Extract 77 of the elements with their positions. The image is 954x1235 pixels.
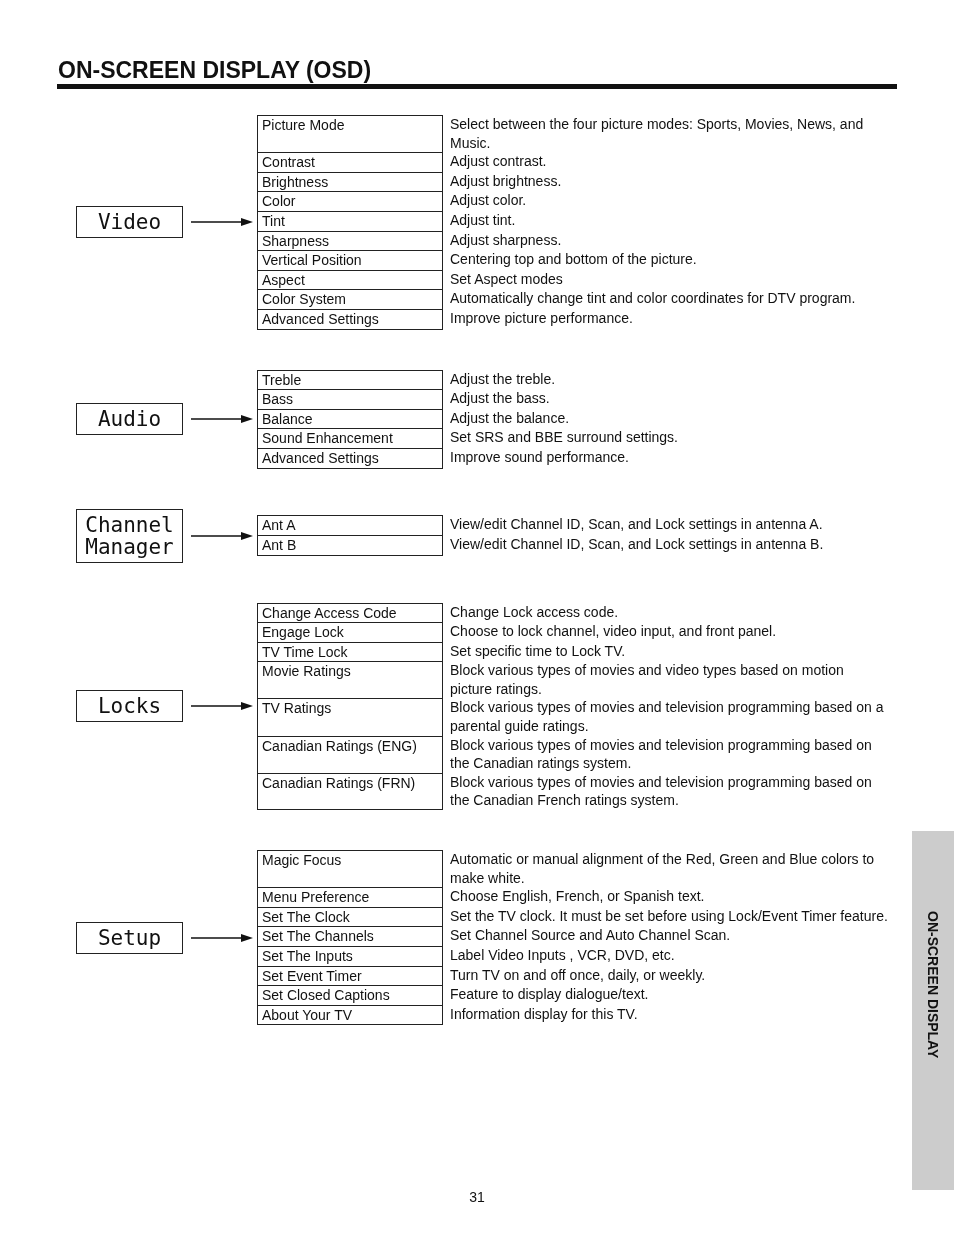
table-cell: Aspect: [257, 269, 443, 290]
menu-title: Channel Manager: [76, 508, 183, 563]
menu-title: Setup: [76, 921, 183, 954]
description-text: Adjust sharpness.: [449, 230, 563, 250]
table-cell: TV Time Lock: [257, 641, 443, 662]
page-title: ON-SCREEN DISPLAY (OSD): [57, 56, 373, 84]
description-text: Choose English, French, or Spanish text.: [449, 887, 706, 907]
table-cell: Movie Ratings: [257, 661, 443, 699]
description-text: Select between the four picture modes: Sports, Movies, News, and Music.: [449, 115, 865, 153]
table-cell: Canadian Ratings (FRN): [257, 772, 443, 811]
description-text: Adjust the balance.: [449, 408, 571, 428]
table-cell: TV Ratings: [257, 698, 443, 736]
description-text: Adjust the bass.: [449, 389, 551, 409]
table-cell: Bass: [257, 389, 443, 409]
description-text: Adjust brightness.: [449, 171, 563, 191]
table-cell: Magic Focus: [257, 850, 443, 888]
description-text: Turn TV on and off once, daily, or weekly.: [449, 965, 707, 985]
description-text: Automatically change tint and color coordinates for DTV program.: [449, 289, 857, 309]
description-text: Adjust contrast.: [449, 152, 548, 172]
table-cell: Color: [257, 191, 443, 211]
table-cell: Set The Channels: [257, 926, 443, 946]
description-text: Adjust tint.: [449, 210, 517, 230]
side-tab-label: ON-SCREEN DISPLAY: [925, 911, 941, 1059]
description-text: Set SRS and BBE surround settings.: [449, 428, 679, 448]
table-cell: Treble: [257, 369, 443, 390]
right-arrow: [191, 217, 253, 228]
page-number: 31: [469, 1189, 485, 1205]
table-cell: Ant B: [257, 535, 443, 556]
table-cell: Sound Enhancement: [257, 428, 443, 448]
menu-title: Audio: [76, 403, 183, 435]
description-text: Set Channel Source and Auto Channel Scan.: [449, 926, 732, 946]
table-cell: Set The Clock: [257, 906, 443, 927]
table-cell: Contrast: [257, 152, 443, 172]
description-text: Block various types of movies and video types based on motion picture ratings.: [449, 661, 845, 699]
description-text: View/edit Channel ID, Scan, and Lock settings in antenna B.: [449, 535, 825, 554]
right-arrow: [191, 530, 253, 541]
description-text: Information display for this TV.: [449, 1004, 639, 1024]
right-arrow: [191, 701, 253, 712]
description-text: Set the TV clock. It must be set before using Lock/Event Timer feature.: [449, 906, 888, 926]
table-cell: Tint: [257, 210, 443, 231]
table-cell: Set Event Timer: [257, 965, 443, 986]
table-cell: Color System: [257, 289, 443, 309]
description-text: Centering top and bottom of the picture.: [449, 250, 698, 270]
table-cell: Brightness: [257, 171, 443, 192]
description-text: Block various types of movies and television programming based on the Canadian ratings system.: [449, 735, 873, 773]
description-text: Automatic or manual alignment of the Red, Green and Blue colors to make white.: [449, 850, 876, 888]
table-cell: Set Closed Captions: [257, 985, 443, 1005]
table-cell: Menu Preference: [257, 887, 443, 907]
description-text: Set Aspect modes: [449, 269, 564, 289]
table-cell: About Your TV: [257, 1004, 443, 1026]
table-cell: Engage Lock: [257, 622, 443, 642]
table-cell: Canadian Ratings (ENG): [257, 735, 443, 773]
table-cell: Balance: [257, 408, 443, 429]
menu-title: Locks: [76, 690, 183, 723]
description-text: Block various types of movies and television programming based on the Canadian French ratings system.: [449, 772, 873, 811]
right-arrow: [191, 932, 253, 943]
table-cell: Picture Mode: [257, 115, 443, 153]
description-text: Improve picture performance.: [449, 308, 634, 328]
table-cell: Set The Inputs: [257, 946, 443, 966]
description-text: Adjust color.: [449, 191, 528, 211]
description-text: Block various types of movies and television programming based on a parental guide ratings.: [449, 698, 885, 736]
table-cell: Sharpness: [257, 230, 443, 251]
description-text: Improve sound performance.: [449, 447, 630, 467]
table-cell: Ant A: [257, 515, 443, 535]
description-text: Feature to display dialogue/text.: [449, 985, 650, 1005]
description-text: Adjust the treble.: [449, 369, 557, 389]
table-cell: Advanced Settings: [257, 308, 443, 330]
description-text: View/edit Channel ID, Scan, and Lock settings in antenna A.: [449, 515, 824, 535]
description-text: Change Lock access code.: [449, 602, 620, 622]
right-arrow: [191, 414, 253, 424]
description-text: Label Video Inputs , VCR, DVD, etc.: [449, 946, 676, 965]
menu-title: Video: [76, 206, 183, 239]
description-text: Choose to lock channel, video input, and front panel.: [449, 622, 778, 642]
table-cell: Advanced Settings: [257, 447, 443, 469]
table-cell: Change Access Code: [257, 602, 443, 623]
table-cell: Vertical Position: [257, 250, 443, 270]
description-text: Set specific time to Lock TV.: [449, 641, 627, 661]
